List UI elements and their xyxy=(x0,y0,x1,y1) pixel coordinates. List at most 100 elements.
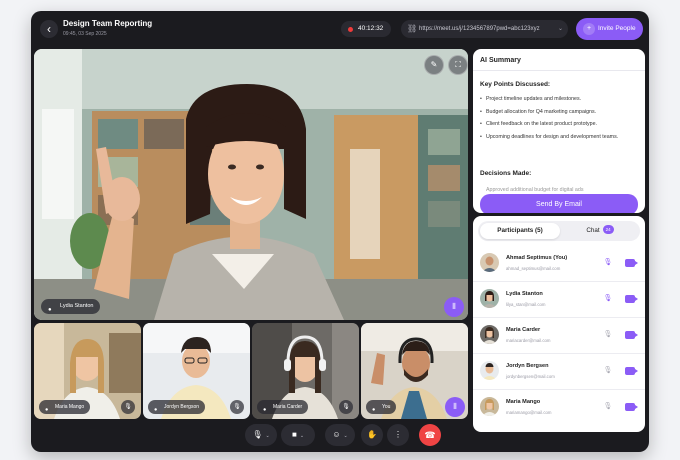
hand-icon: ✋ xyxy=(367,430,377,439)
audio-wave-icon[interactable]: ⦀ xyxy=(444,297,464,317)
person-icon: ● xyxy=(372,407,376,413)
tile-name-badge: ● Jordyn Bergson xyxy=(148,400,206,414)
mic-off-icon[interactable]: 🎙 xyxy=(230,400,244,414)
mic-off-icon[interactable]: 🎙 xyxy=(603,402,613,412)
key-point: Client feedback on the latest product pr… xyxy=(480,121,640,129)
participant-name: Maria Mango xyxy=(506,399,541,405)
participant-row[interactable]: Ahmad Septimus (You) ahmad_septimus@mail… xyxy=(473,246,645,282)
key-point: Upcoming deadlines for design and develo… xyxy=(480,134,640,142)
tab-chat-label: Chat xyxy=(586,227,600,234)
camera-button[interactable]: ■ ⌄ xyxy=(281,424,315,446)
speaker-name: Lydia Stanton xyxy=(60,303,94,309)
participant-email: mariacarder@mail.com xyxy=(506,338,551,343)
chevron-down-icon: ⌄ xyxy=(299,433,305,439)
send-by-email-button[interactable]: Send By Email xyxy=(480,194,638,213)
emoji-icon: ☺ xyxy=(332,430,341,439)
speaker-name-badge: ● Lydia Stanton xyxy=(41,299,101,314)
tile-name: Maria Mango xyxy=(55,404,85,410)
camera-icon[interactable] xyxy=(625,331,638,339)
mic-off-icon[interactable]: 🎙 xyxy=(603,330,613,340)
tab-chat[interactable]: Chat 24 xyxy=(562,223,638,239)
tile-name: Maria Carder xyxy=(273,404,303,410)
chat-count-badge: 24 xyxy=(602,225,614,234)
phone-hangup-icon: ☎ xyxy=(424,430,436,440)
participant-tiles: ● Maria Mango 🎙 ● Jordyn Bergson 🎙 ● Mar… xyxy=(34,323,468,419)
meeting-url-field[interactable]: ⛓ https://meet.us/j/1234567897pwd=abc123… xyxy=(401,20,568,38)
tab-participants[interactable]: Participants (5) xyxy=(480,223,560,239)
mic-off-icon[interactable]: 🎙 xyxy=(121,400,135,414)
key-point: Budget allocation for Q4 marketing campa… xyxy=(480,109,640,117)
invite-label: Invite People xyxy=(598,25,636,32)
participant-name: Lydia Stanton xyxy=(506,291,543,297)
camera-icon[interactable] xyxy=(625,295,638,303)
participant-email: jordynbergsen@mail.com xyxy=(506,374,555,379)
audio-wave-icon[interactable]: ⦀ xyxy=(445,397,465,417)
participant-row[interactable]: Maria Mango mariamango@mail.com 🎙 xyxy=(473,390,645,426)
tile-name: Jordyn Bergson xyxy=(164,404,200,410)
participant-row[interactable]: Maria Carder mariacarder@mail.com 🎙 xyxy=(473,318,645,354)
panel-tabs: Participants (5) Chat 24 xyxy=(478,221,640,241)
end-call-button[interactable]: ☎ xyxy=(419,424,441,446)
more-vertical-icon: ⋮ xyxy=(394,430,402,439)
participant-email: lilya_stan@mail.com xyxy=(506,302,546,307)
participant-tile[interactable]: ● Maria Carder 🎙 xyxy=(252,323,359,419)
fullscreen-icon[interactable]: ⛶ xyxy=(448,55,468,75)
tab-participants-label: Participants (5) xyxy=(497,227,543,234)
add-user-icon: + xyxy=(583,23,595,35)
decision-item: Approved additional budget for digital a… xyxy=(486,187,584,193)
participant-tile[interactable]: ● Maria Mango 🎙 xyxy=(34,323,141,419)
summary-title: AI Summary xyxy=(480,57,521,64)
camera-icon: ■ xyxy=(291,430,297,439)
chevron-down-icon[interactable]: ⌄ xyxy=(558,20,563,38)
camera-icon[interactable] xyxy=(625,403,638,411)
mic-icon[interactable]: 🎙 xyxy=(603,258,613,268)
raise-hand-button[interactable]: ✋ xyxy=(361,424,383,446)
tile-name-badge: ● Maria Carder xyxy=(257,400,309,414)
participants-panel: Participants (5) Chat 24 Ahmad Septimus (… xyxy=(473,216,645,432)
avatar xyxy=(480,397,499,416)
participant-row[interactable]: Jordyn Bergsen jordynbergsen@mail.com 🎙 xyxy=(473,354,645,390)
participant-row[interactable]: Lydia Stanton lilya_stan@mail.com 🎙 xyxy=(473,282,645,318)
mic-off-icon[interactable]: 🎙 xyxy=(339,400,353,414)
link-icon: ⛓ xyxy=(407,24,418,33)
microphone-icon: 🎙 xyxy=(252,430,263,439)
main-speaker-video: ✎ ⛶ ● Lydia Stanton ⦀ xyxy=(34,49,468,320)
more-options-button[interactable]: ⋮ xyxy=(387,424,409,446)
divider xyxy=(473,70,645,71)
ai-summary-panel: AI Summary Key Points Discussed: Project… xyxy=(473,49,645,213)
participant-email: mariamango@mail.com xyxy=(506,410,552,415)
chevron-left-icon[interactable]: ‹ xyxy=(40,20,58,38)
tile-name: You xyxy=(382,404,391,410)
key-points-heading: Key Points Discussed: xyxy=(480,81,551,88)
meeting-title: Design Team Reporting xyxy=(63,19,153,28)
recording-dot-icon xyxy=(348,26,353,32)
person-icon: ● xyxy=(48,307,52,313)
microphone-button[interactable]: 🎙 ⌄ xyxy=(245,424,277,446)
decisions-heading: Decisions Made: xyxy=(480,170,532,177)
emoji-button[interactable]: ☺ ⌄ xyxy=(325,424,355,446)
call-timer: 40:12:32 xyxy=(341,21,391,37)
mic-off-icon[interactable]: 🎙 xyxy=(603,366,613,376)
mic-icon[interactable]: 🎙 xyxy=(603,294,613,304)
participant-tile[interactable]: ● Jordyn Bergson 🎙 xyxy=(143,323,250,419)
camera-icon[interactable] xyxy=(625,259,638,267)
timer-text: 40:12:32 xyxy=(358,25,384,32)
meeting-datetime: 09:45, 03 Sep 2025 xyxy=(63,31,107,37)
avatar xyxy=(480,325,499,344)
key-point: Project timeline updates and milestones. xyxy=(480,96,640,104)
participant-tile[interactable]: ● You ⦀ xyxy=(361,323,468,419)
meeting-window: ‹ Design Team Reporting 09:45, 03 Sep 20… xyxy=(31,11,649,452)
meeting-url-text: https://meet.us/j/1234567897pwd=abc123xy… xyxy=(419,26,540,32)
speaker-scene xyxy=(34,49,468,320)
top-bar: ‹ Design Team Reporting 09:45, 03 Sep 20… xyxy=(31,11,649,47)
participant-email: ahmad_septimus@mail.com xyxy=(506,266,561,271)
tile-name-badge: ● You xyxy=(366,400,397,414)
chevron-down-icon: ⌄ xyxy=(265,433,270,439)
call-controls: 🎙 ⌄ ■ ⌄ ☺ ⌄ ✋ ⋮ ☎ xyxy=(245,424,441,446)
key-points-list: Project timeline updates and milestones.… xyxy=(480,96,640,146)
participant-name: Maria Carder xyxy=(506,327,541,333)
pin-icon[interactable]: ✎ xyxy=(424,55,444,75)
avatar xyxy=(480,253,499,272)
camera-icon[interactable] xyxy=(625,367,638,375)
invite-people-button[interactable]: + Invite People xyxy=(576,18,643,40)
